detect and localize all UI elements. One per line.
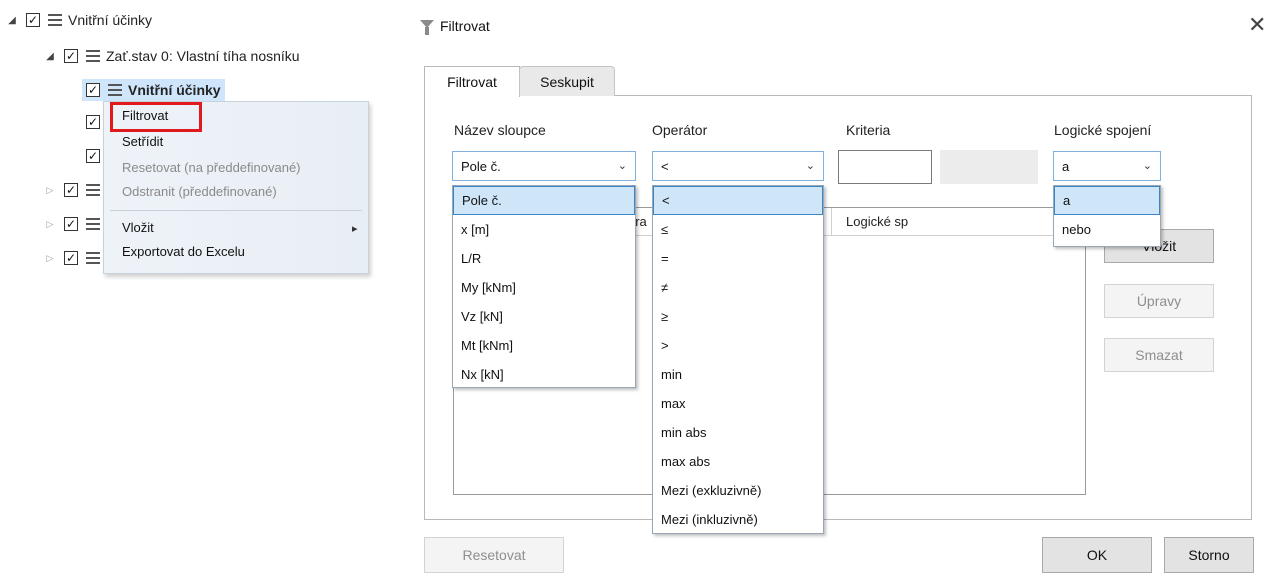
column-select[interactable]: Pole č. ⌄: [452, 151, 636, 181]
operator-option[interactable]: max: [653, 389, 823, 418]
child-checkbox[interactable]: ✓: [86, 115, 100, 129]
tree-node-child[interactable]: ✓: [82, 110, 100, 134]
dialog-title: Filtrovat: [440, 18, 490, 34]
table-icon: [108, 84, 122, 96]
tree-node-child[interactable]: ✓: [82, 144, 100, 168]
logic-option[interactable]: nebo: [1054, 215, 1160, 244]
logic-select-value: a: [1062, 158, 1070, 174]
submenu-arrow-icon: ▸: [352, 223, 358, 235]
selected-checkbox[interactable]: ✓: [86, 83, 100, 97]
tab-filtrovat[interactable]: Filtrovat: [424, 66, 520, 97]
menu-item-vlozit[interactable]: Vložit: [122, 220, 154, 235]
collapsed-arrow-icon[interactable]: ▷: [44, 253, 56, 264]
list-icon: [48, 14, 62, 26]
tree-node-collapsed[interactable]: ▷ ✓: [44, 246, 100, 270]
menu-separator: [110, 210, 362, 211]
menu-item-odstranit[interactable]: Odstranit (předdefinované): [122, 184, 277, 199]
operator-option[interactable]: Mezi (exkluzivně): [653, 476, 823, 505]
collapsed-arrow-icon[interactable]: ▷: [44, 219, 56, 230]
tree-node-label: Zať.stav 0: Vlastní tíha nosníku: [106, 48, 300, 64]
logic-label: Logické spojení: [1054, 122, 1152, 138]
operator-option[interactable]: >: [653, 331, 823, 360]
operator-option[interactable]: min: [653, 360, 823, 389]
loadcase-checkbox[interactable]: ✓: [64, 49, 78, 63]
operator-select-value: <: [661, 158, 669, 174]
node-checkbox[interactable]: ✓: [64, 183, 78, 197]
edit-button[interactable]: Úpravy: [1104, 284, 1214, 318]
logic-option[interactable]: a: [1054, 186, 1160, 215]
highlight-box: [110, 102, 202, 132]
expand-arrow-icon[interactable]: ◢: [44, 51, 56, 62]
logic-dropdown: a nebo: [1053, 185, 1161, 247]
chevron-down-icon: ⌄: [617, 160, 627, 172]
operator-option[interactable]: ≥: [653, 302, 823, 331]
tree-node-label: Vnitřní účinky: [68, 12, 153, 28]
ok-button[interactable]: OK: [1042, 537, 1152, 573]
grid-header-logic[interactable]: Logické sp: [832, 208, 1086, 236]
node-checkbox[interactable]: ✓: [64, 217, 78, 231]
list-icon: [86, 218, 100, 230]
list-icon: [86, 50, 100, 62]
tree-node-collapsed[interactable]: ▷ ✓: [44, 212, 100, 236]
operator-label: Operátor: [652, 122, 708, 138]
menu-item-export-excel[interactable]: Exportovat do Excelu: [122, 244, 245, 259]
operator-select[interactable]: < ⌄: [652, 151, 824, 181]
operator-option[interactable]: ≠: [653, 273, 823, 302]
expand-arrow-icon[interactable]: ◢: [6, 15, 18, 26]
menu-item-resetovat[interactable]: Resetovat (na předdefinované): [122, 160, 301, 175]
column-option[interactable]: My [kNm]: [453, 273, 635, 302]
operator-option[interactable]: Mezi (inkluzivně): [653, 505, 823, 534]
operator-option[interactable]: =: [653, 244, 823, 273]
menu-item-setridit[interactable]: Setřídit: [122, 134, 163, 149]
criteria-second-input: [940, 150, 1038, 184]
tree-node-root[interactable]: ◢ ✓ Vnitřní účinky: [6, 8, 152, 32]
delete-button[interactable]: Smazat: [1104, 338, 1214, 372]
column-option[interactable]: Mt [kNm]: [453, 331, 635, 360]
column-option[interactable]: L/R: [453, 244, 635, 273]
column-option[interactable]: Nx [kN]: [453, 360, 635, 389]
node-checkbox[interactable]: ✓: [64, 251, 78, 265]
filter-icon: [420, 20, 434, 35]
tree-node-label: Vnitřní účinky: [128, 82, 221, 98]
list-icon: [86, 184, 100, 196]
root-checkbox[interactable]: ✓: [26, 13, 40, 27]
operator-option[interactable]: <: [653, 186, 823, 215]
tree-node-selected[interactable]: ✓ Vnitřní účinky: [82, 78, 225, 102]
operator-option[interactable]: max abs: [653, 447, 823, 476]
close-icon[interactable]: ✕: [1248, 12, 1266, 38]
operator-option[interactable]: ≤: [653, 215, 823, 244]
operator-option[interactable]: min abs: [653, 418, 823, 447]
column-option[interactable]: Pole č.: [453, 186, 635, 215]
reset-button[interactable]: Resetovat: [424, 537, 564, 573]
cancel-button[interactable]: Storno: [1164, 537, 1254, 573]
operator-dropdown: < ≤ = ≠ ≥ > min max min abs max abs Mezi…: [652, 185, 824, 534]
child-checkbox[interactable]: ✓: [86, 149, 100, 163]
logic-select[interactable]: a ⌄: [1053, 151, 1161, 181]
column-dropdown: Pole č. x [m] L/R My [kNm] Vz [kN] Mt [k…: [452, 185, 636, 388]
criteria-input[interactable]: [838, 150, 932, 184]
criteria-label: Kriteria: [846, 122, 891, 138]
chevron-down-icon: ⌄: [805, 160, 815, 172]
column-name-label: Název sloupce: [454, 122, 546, 138]
tree-node-loadcase[interactable]: ◢ ✓ Zať.stav 0: Vlastní tíha nosníku: [44, 44, 300, 68]
tree-node-collapsed[interactable]: ▷ ✓: [44, 178, 100, 202]
column-select-value: Pole č.: [461, 158, 501, 174]
tab-seskupit[interactable]: Seskupit: [519, 66, 615, 96]
column-option[interactable]: Vz [kN]: [453, 302, 635, 331]
column-option[interactable]: x [m]: [453, 215, 635, 244]
list-icon: [86, 252, 100, 264]
chevron-down-icon: ⌄: [1142, 160, 1152, 172]
collapsed-arrow-icon[interactable]: ▷: [44, 185, 56, 196]
